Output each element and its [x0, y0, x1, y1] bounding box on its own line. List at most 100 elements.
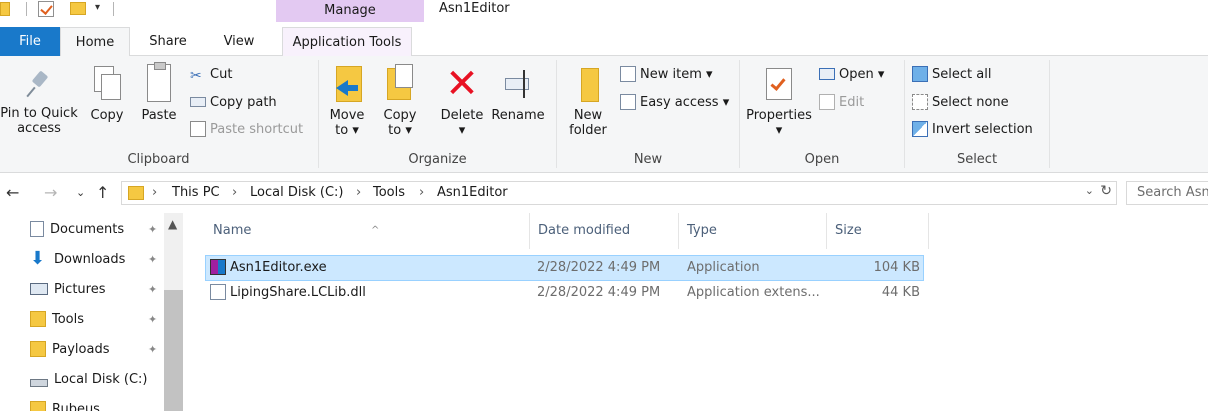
properties-button[interactable]: Properties ▾ — [743, 64, 815, 138]
breadcrumb-tools[interactable]: Tools — [373, 185, 405, 200]
scroll-up-icon[interactable]: ▲ — [168, 217, 177, 231]
select-all-label: Select all — [932, 67, 992, 82]
breadcrumb-separator[interactable]: › — [419, 185, 424, 200]
search-input[interactable]: Search Asn1Editor — [1126, 181, 1208, 205]
nav-item-local-disk[interactable]: Local Disk (C:) — [30, 365, 164, 395]
copy-to-icon — [383, 64, 417, 104]
copy-to-label-line1: Copy — [383, 108, 417, 123]
breadcrumb-separator[interactable]: › — [356, 185, 361, 200]
pictures-icon — [30, 282, 48, 295]
contextual-manage-tab[interactable]: Manage — [276, 0, 424, 22]
pin-label-line2: access — [17, 121, 61, 136]
quick-access-folder-icon[interactable] — [0, 2, 10, 16]
column-header-type[interactable]: Type — [679, 213, 827, 249]
nav-item-label: Documents — [50, 222, 125, 237]
breadcrumb-separator[interactable]: › — [152, 185, 157, 200]
file-list: Name ^ Date modified Type Size Asn1Edito… — [200, 213, 1208, 411]
delete-x-icon: ✕ — [445, 61, 479, 107]
window-title: Asn1Editor — [439, 1, 510, 16]
up-icon[interactable]: ↑ — [96, 183, 109, 202]
group-separator — [1049, 60, 1050, 168]
folder-icon — [30, 340, 46, 357]
pin-icon[interactable]: ✦ — [148, 215, 157, 245]
new-folder-label-line1: New — [573, 108, 603, 123]
clipboard-group-label: Clipboard — [127, 152, 190, 167]
delete-label: Delete — [440, 108, 484, 123]
nav-item-payloads[interactable]: Payloads ✦ — [30, 335, 164, 365]
tab-view[interactable]: View — [213, 27, 265, 56]
copy-to-button[interactable]: Copy to ▾ — [378, 64, 422, 138]
select-none-button[interactable]: Select none — [912, 93, 1009, 113]
dll-icon — [210, 283, 226, 300]
delete-button[interactable]: ✕ Delete ▾ — [438, 64, 486, 138]
easy-access-button[interactable]: Easy access ▾ — [620, 93, 729, 113]
move-to-button[interactable]: Move to ▾ — [326, 64, 368, 138]
refresh-icon[interactable]: ↻ — [1100, 183, 1112, 199]
nav-item-downloads[interactable]: ⬇ Downloads ✦ — [30, 245, 164, 275]
tab-home[interactable]: Home — [60, 27, 130, 57]
tab-share[interactable]: Share — [138, 27, 198, 56]
nav-item-rubeus[interactable]: Rubeus — [30, 395, 164, 411]
column-header-date[interactable]: Date modified — [530, 213, 679, 249]
nav-item-pictures[interactable]: Pictures ✦ — [30, 275, 164, 305]
recent-locations-icon[interactable]: ⌄ — [76, 186, 85, 199]
address-dropdown-icon[interactable]: ⌄ — [1085, 184, 1094, 197]
new-item-button[interactable]: New item ▾ — [620, 65, 713, 85]
breadcrumb-local-disk[interactable]: Local Disk (C:) — [250, 185, 343, 200]
copy-to-label-line2: to ▾ — [388, 123, 412, 138]
copy-path-button[interactable]: Copy path — [190, 93, 277, 113]
navigation-pane: Documents ✦ ⬇ Downloads ✦ Pictures ✦ Tool… — [0, 213, 186, 411]
edit-button[interactable]: Edit — [819, 93, 864, 113]
paste-label: Paste — [141, 108, 177, 123]
nav-item-documents[interactable]: Documents ✦ — [30, 215, 164, 245]
new-folder-quick-icon[interactable] — [70, 2, 86, 15]
properties-quick-icon[interactable] — [38, 1, 54, 17]
open-label: Open ▾ — [839, 67, 885, 82]
delete-dropdown[interactable]: ▾ — [438, 123, 486, 138]
properties-dropdown[interactable]: ▾ — [743, 123, 815, 138]
nav-item-tools[interactable]: Tools ✦ — [30, 305, 164, 335]
paste-shortcut-button[interactable]: Paste shortcut — [190, 120, 303, 140]
organize-group-label: Organize — [408, 152, 467, 167]
breadcrumb-asn1editor[interactable]: Asn1Editor — [437, 185, 508, 200]
cut-button[interactable]: ✂ Cut — [190, 65, 232, 85]
column-header-label: Name — [213, 223, 252, 238]
column-header-size[interactable]: Size — [827, 213, 929, 249]
open-button[interactable]: Open ▾ — [819, 65, 884, 85]
pin-icon[interactable]: ✦ — [148, 275, 157, 305]
copy-button[interactable]: Copy — [86, 64, 128, 123]
file-size: 104 KB — [873, 260, 920, 275]
paste-button[interactable]: Paste — [137, 62, 181, 123]
select-all-button[interactable]: Select all — [912, 65, 991, 85]
rename-button[interactable]: Rename — [490, 64, 546, 123]
copy-icon — [90, 64, 124, 104]
invert-selection-button[interactable]: Invert selection — [912, 120, 1033, 140]
pin-icon[interactable]: ✦ — [148, 245, 157, 275]
ribbon-tab-row: File Home Share View Application Tools — [0, 27, 1208, 57]
back-icon[interactable]: ← — [6, 183, 19, 202]
tab-application-tools[interactable]: Application Tools — [282, 27, 412, 56]
column-header-name[interactable]: Name ^ — [205, 213, 530, 249]
pin-to-quick-access-button[interactable]: Pin to Quick access — [0, 64, 78, 136]
pin-icon[interactable]: ✦ — [148, 335, 157, 365]
breadcrumb-separator[interactable]: › — [232, 185, 237, 200]
file-row[interactable]: Asn1Editor.exe 2/28/2022 4:49 PM Applica… — [205, 255, 924, 281]
new-item-icon — [620, 65, 636, 82]
nav-item-label: Tools — [52, 312, 85, 327]
file-date: 2/28/2022 4:49 PM — [537, 260, 661, 275]
address-bar[interactable]: › This PC › Local Disk (C:) › Tools › As… — [121, 181, 1117, 205]
customize-quick-access-icon[interactable]: ▾ — [95, 2, 100, 18]
forward-icon[interactable]: → — [44, 183, 57, 202]
pin-icon[interactable]: ✦ — [148, 305, 157, 335]
tab-file[interactable]: File — [0, 27, 60, 56]
nav-scrollbar-thumb[interactable] — [164, 290, 183, 411]
open-group-label: Open — [804, 152, 840, 167]
invert-selection-label: Invert selection — [932, 122, 1033, 137]
breadcrumb-this-pc[interactable]: This PC — [172, 185, 220, 200]
file-row[interactable]: LipingShare.LCLib.dll 2/28/2022 4:49 PM … — [205, 281, 924, 307]
exe-icon — [210, 258, 226, 275]
title-bar: ▾ Manage Asn1Editor — [0, 0, 1208, 22]
new-folder-button[interactable]: New folder — [564, 64, 612, 138]
navigation-bar: ← → ⌄ ↑ › This PC › Local Disk (C:) › To… — [0, 176, 1208, 210]
pin-icon — [26, 72, 52, 98]
